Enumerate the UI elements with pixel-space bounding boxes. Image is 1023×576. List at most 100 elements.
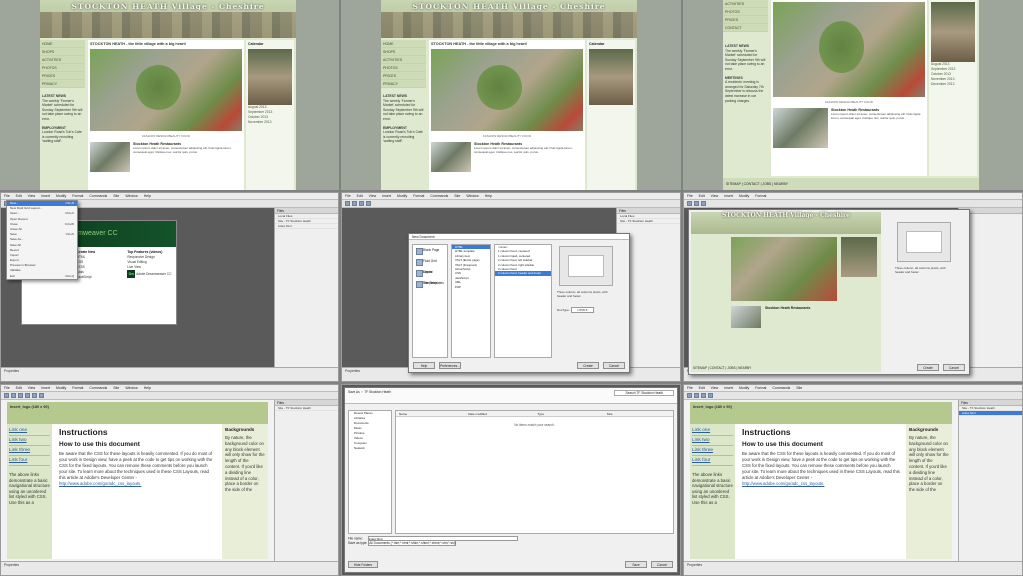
feature-item[interactable]: Responsive Design bbox=[127, 255, 154, 259]
tool-icon[interactable] bbox=[18, 393, 23, 398]
menu-file[interactable]: File bbox=[687, 385, 693, 391]
link-four[interactable]: Link four bbox=[9, 456, 50, 466]
menu-edit[interactable]: Edit bbox=[699, 385, 705, 391]
category-fluid-grid[interactable]: Fluid Grid Layout bbox=[413, 256, 447, 274]
menu-view[interactable]: View bbox=[711, 193, 719, 199]
menu-commands[interactable]: Commands bbox=[430, 193, 448, 199]
category-starter[interactable]: Starter Templates bbox=[413, 267, 447, 285]
menu-format[interactable]: Format bbox=[755, 193, 766, 199]
menu-format[interactable]: Format bbox=[72, 385, 83, 391]
nav-item[interactable]: SHOPS bbox=[40, 48, 85, 56]
nav-item[interactable]: CONTACT bbox=[723, 24, 768, 32]
tool-icon[interactable] bbox=[701, 201, 706, 206]
feature-item[interactable]: Live View bbox=[127, 265, 141, 269]
link-two[interactable]: Link two bbox=[9, 436, 50, 446]
menu-file[interactable]: File bbox=[687, 193, 693, 199]
create-item[interactable]: JavaScript bbox=[77, 275, 92, 279]
menu-commands[interactable]: Commands bbox=[89, 385, 107, 391]
feature-item[interactable]: Visual Editing bbox=[127, 260, 146, 264]
link-two[interactable]: Link two bbox=[692, 436, 733, 446]
nav-item[interactable]: PHOTOS bbox=[381, 64, 426, 72]
menu-edit[interactable]: Edit bbox=[16, 385, 22, 391]
file-menu-exit[interactable]: Exit Ctrl+Q bbox=[7, 274, 77, 279]
nav-item[interactable]: PRICES bbox=[723, 16, 768, 24]
menu-site[interactable]: Site bbox=[113, 193, 119, 199]
save-button[interactable]: Save bbox=[625, 561, 647, 568]
tool-icon[interactable] bbox=[32, 393, 37, 398]
link-three[interactable]: Link three bbox=[9, 446, 50, 456]
menu-modify[interactable]: Modify bbox=[397, 193, 407, 199]
menu-edit[interactable]: Edit bbox=[357, 193, 363, 199]
tree-item[interactable]: Network bbox=[349, 446, 391, 451]
menu-edit[interactable]: Edit bbox=[16, 193, 22, 199]
link-one[interactable]: Link one bbox=[692, 426, 733, 436]
search-input[interactable]: Search TF Stockton Heath bbox=[614, 390, 674, 396]
menu-window[interactable]: Window bbox=[125, 193, 137, 199]
nav-item[interactable]: HOME bbox=[381, 40, 426, 48]
menu-window[interactable]: Window bbox=[466, 193, 478, 199]
menu-insert[interactable]: Insert bbox=[41, 385, 50, 391]
month-link[interactable]: December 2013 bbox=[931, 82, 975, 87]
nav-item[interactable]: ACTIVITIES bbox=[723, 0, 768, 8]
panel-row[interactable]: Site - TF Stockton Heath bbox=[275, 406, 338, 411]
cancel-button[interactable]: Cancel bbox=[603, 362, 625, 369]
menu-file[interactable]: File bbox=[4, 193, 10, 199]
layout-item-selected[interactable]: 3 column fixed, header and footer bbox=[495, 271, 551, 276]
cancel-button[interactable]: Cancel bbox=[943, 364, 965, 371]
menu-view[interactable]: View bbox=[369, 193, 377, 199]
page-type-item[interactable]: PHP bbox=[452, 285, 490, 289]
menu-site[interactable]: Site bbox=[113, 385, 119, 391]
col-name[interactable]: Name bbox=[396, 411, 465, 416]
site-links[interactable]: FASHION DESIGN BEAUTY FOOD bbox=[90, 134, 242, 138]
nav-item[interactable]: ACTIVITIES bbox=[381, 56, 426, 64]
type-select[interactable]: All Documents (*.htm;*.html;*.shtm;*.sht… bbox=[368, 540, 457, 546]
month-link[interactable]: November 2013 bbox=[248, 120, 292, 125]
category-site-templates[interactable]: Site Templates bbox=[413, 278, 447, 289]
nav-item[interactable]: PRICES bbox=[381, 72, 426, 80]
menu-format[interactable]: Format bbox=[72, 193, 83, 199]
panel-row[interactable]: index.html bbox=[275, 224, 338, 229]
menu-insert[interactable]: Insert bbox=[724, 385, 733, 391]
menu-modify[interactable]: Modify bbox=[56, 385, 66, 391]
site-footer[interactable]: SITEMAP | CONTACT | JOBS | NEARBY bbox=[693, 366, 751, 370]
menu-edit[interactable]: Edit bbox=[699, 193, 705, 199]
nav-item[interactable]: PHOTOS bbox=[40, 64, 85, 72]
tool-icon[interactable] bbox=[701, 393, 706, 398]
nav-item[interactable]: PHOTOS bbox=[723, 8, 768, 16]
nav-item[interactable]: PRICES bbox=[40, 72, 85, 80]
menu-insert[interactable]: Insert bbox=[41, 193, 50, 199]
menu-insert[interactable]: Insert bbox=[382, 193, 391, 199]
tool-icon[interactable] bbox=[694, 201, 699, 206]
menu-format[interactable]: Format bbox=[413, 193, 424, 199]
menu-view[interactable]: View bbox=[28, 193, 36, 199]
doctype-select[interactable]: HTML5 bbox=[570, 307, 595, 313]
nav-item[interactable]: PRIVACY bbox=[381, 80, 426, 88]
menu-view[interactable]: View bbox=[28, 385, 36, 391]
menu-commands[interactable]: Commands bbox=[772, 385, 790, 391]
tool-icon[interactable] bbox=[11, 393, 16, 398]
site-links[interactable]: FASHION DESIGN BEAUTY FOOD bbox=[773, 100, 925, 104]
menu-help[interactable]: Help bbox=[144, 193, 151, 199]
help-button[interactable]: Help bbox=[413, 362, 435, 369]
menu-file[interactable]: File bbox=[345, 193, 351, 199]
tool-icon[interactable] bbox=[25, 393, 30, 398]
menu-file[interactable]: File bbox=[4, 385, 10, 391]
create-button[interactable]: Create bbox=[577, 362, 599, 369]
category-blank-page[interactable]: Blank Page bbox=[413, 245, 447, 256]
link-four[interactable]: Link four bbox=[692, 456, 733, 466]
tool-icon[interactable] bbox=[687, 393, 692, 398]
menu-modify[interactable]: Modify bbox=[56, 193, 66, 199]
cancel-button[interactable]: Cancel bbox=[651, 561, 673, 568]
menu-modify[interactable]: Modify bbox=[739, 193, 749, 199]
doc-link[interactable]: http://www.adobe.com/go/adc_css_layouts. bbox=[59, 481, 216, 487]
panel-row-selected[interactable]: index.html bbox=[959, 411, 1022, 416]
menu-modify[interactable]: Modify bbox=[739, 385, 749, 391]
panel-row[interactable]: Site - TF Stockton Heath bbox=[617, 219, 680, 224]
menu-commands[interactable]: Commands bbox=[89, 193, 107, 199]
site-footer[interactable]: SITEMAP | CONTACT | JOBS | NEARBY bbox=[723, 178, 979, 190]
menu-site[interactable]: Site bbox=[454, 193, 460, 199]
tool-icon[interactable] bbox=[708, 393, 713, 398]
tool-icon[interactable] bbox=[687, 201, 692, 206]
save-path[interactable]: TF Stockton Heath bbox=[364, 390, 391, 394]
menu-help[interactable]: Help bbox=[144, 385, 151, 391]
